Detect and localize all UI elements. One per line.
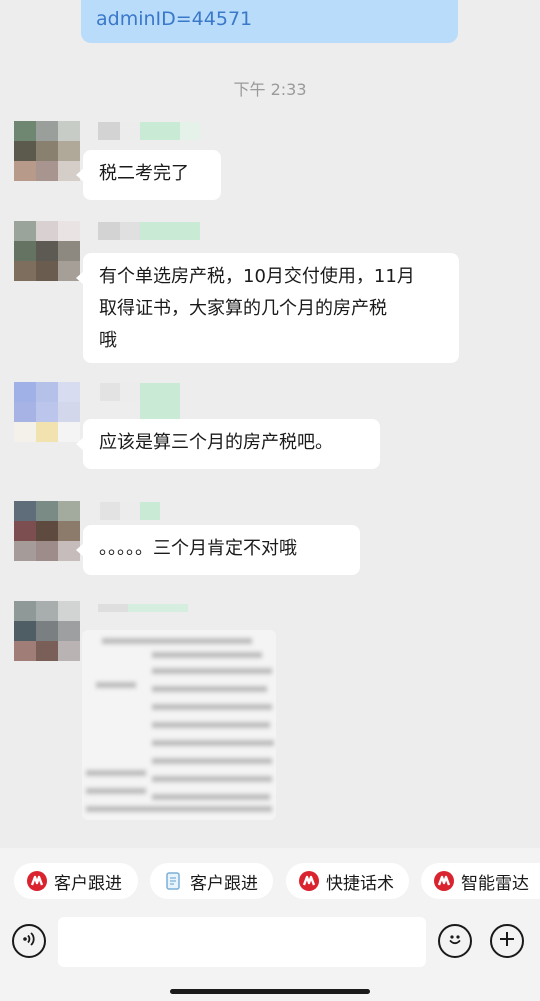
message-input[interactable]	[58, 917, 426, 967]
message-text-line: 取得证书，大家算的几个月的房产税	[99, 298, 387, 319]
more-button[interactable]	[490, 924, 524, 958]
chip-smart-radar[interactable]: 智能雷达	[421, 863, 540, 899]
message-text-line: 哦	[99, 330, 117, 351]
input-bar	[0, 916, 540, 1001]
home-indicator	[170, 989, 370, 994]
voice-icon	[19, 929, 39, 953]
quick-action-bar: 客户跟进 客户跟进 快捷话术 智能雷达	[0, 848, 540, 916]
message-text: adminID=44571	[96, 8, 253, 30]
sender-name-blurred	[100, 502, 160, 522]
message-bubble[interactable]: 。。。。。三个月肯定不对哦	[76, 525, 360, 575]
message-text-line: 有个单选房产税，10月交付使用，11月	[99, 266, 415, 287]
message-text: 税二考完了	[99, 163, 189, 184]
chat-timestamp: 下午 2:33	[233, 80, 307, 99]
sender-name-blurred	[100, 383, 180, 421]
avatar[interactable]	[14, 501, 80, 561]
chip-customer-follow-up[interactable]: 客户跟进	[14, 863, 138, 899]
brand-logo-icon	[298, 870, 320, 892]
avatar[interactable]	[14, 382, 80, 442]
avatar[interactable]	[14, 601, 80, 661]
message-bubble[interactable]: 税二考完了	[76, 150, 221, 200]
sender-name-blurred	[98, 122, 200, 142]
message-bubble-admin-id[interactable]: adminID=44571	[81, 0, 458, 43]
chip-customer-follow-up-2[interactable]: 客户跟进	[150, 863, 273, 899]
message-text: 应该是算三个月的房产税吧。	[99, 432, 333, 453]
sender-name-blurred	[98, 222, 200, 242]
voice-input-button[interactable]	[12, 924, 46, 958]
plus-icon	[497, 929, 517, 953]
image-message-blurred[interactable]	[82, 630, 276, 820]
brand-logo-icon	[26, 870, 48, 892]
smiley-icon	[444, 928, 466, 954]
avatar[interactable]	[14, 221, 80, 281]
message-bubble[interactable]: 应该是算三个月的房产税吧。	[76, 419, 380, 469]
message-text: 。。。。。三个月肯定不对哦	[99, 538, 297, 559]
message-bubble[interactable]: 有个单选房产税，10月交付使用，11月 取得证书，大家算的几个月的房产税 哦	[76, 253, 459, 363]
brand-logo-icon	[433, 870, 455, 892]
avatar[interactable]	[14, 121, 80, 181]
sender-name-blurred	[98, 604, 188, 624]
chip-quick-phrases[interactable]: 快捷话术	[286, 863, 409, 899]
document-icon	[162, 870, 184, 892]
emoji-button[interactable]	[438, 924, 472, 958]
